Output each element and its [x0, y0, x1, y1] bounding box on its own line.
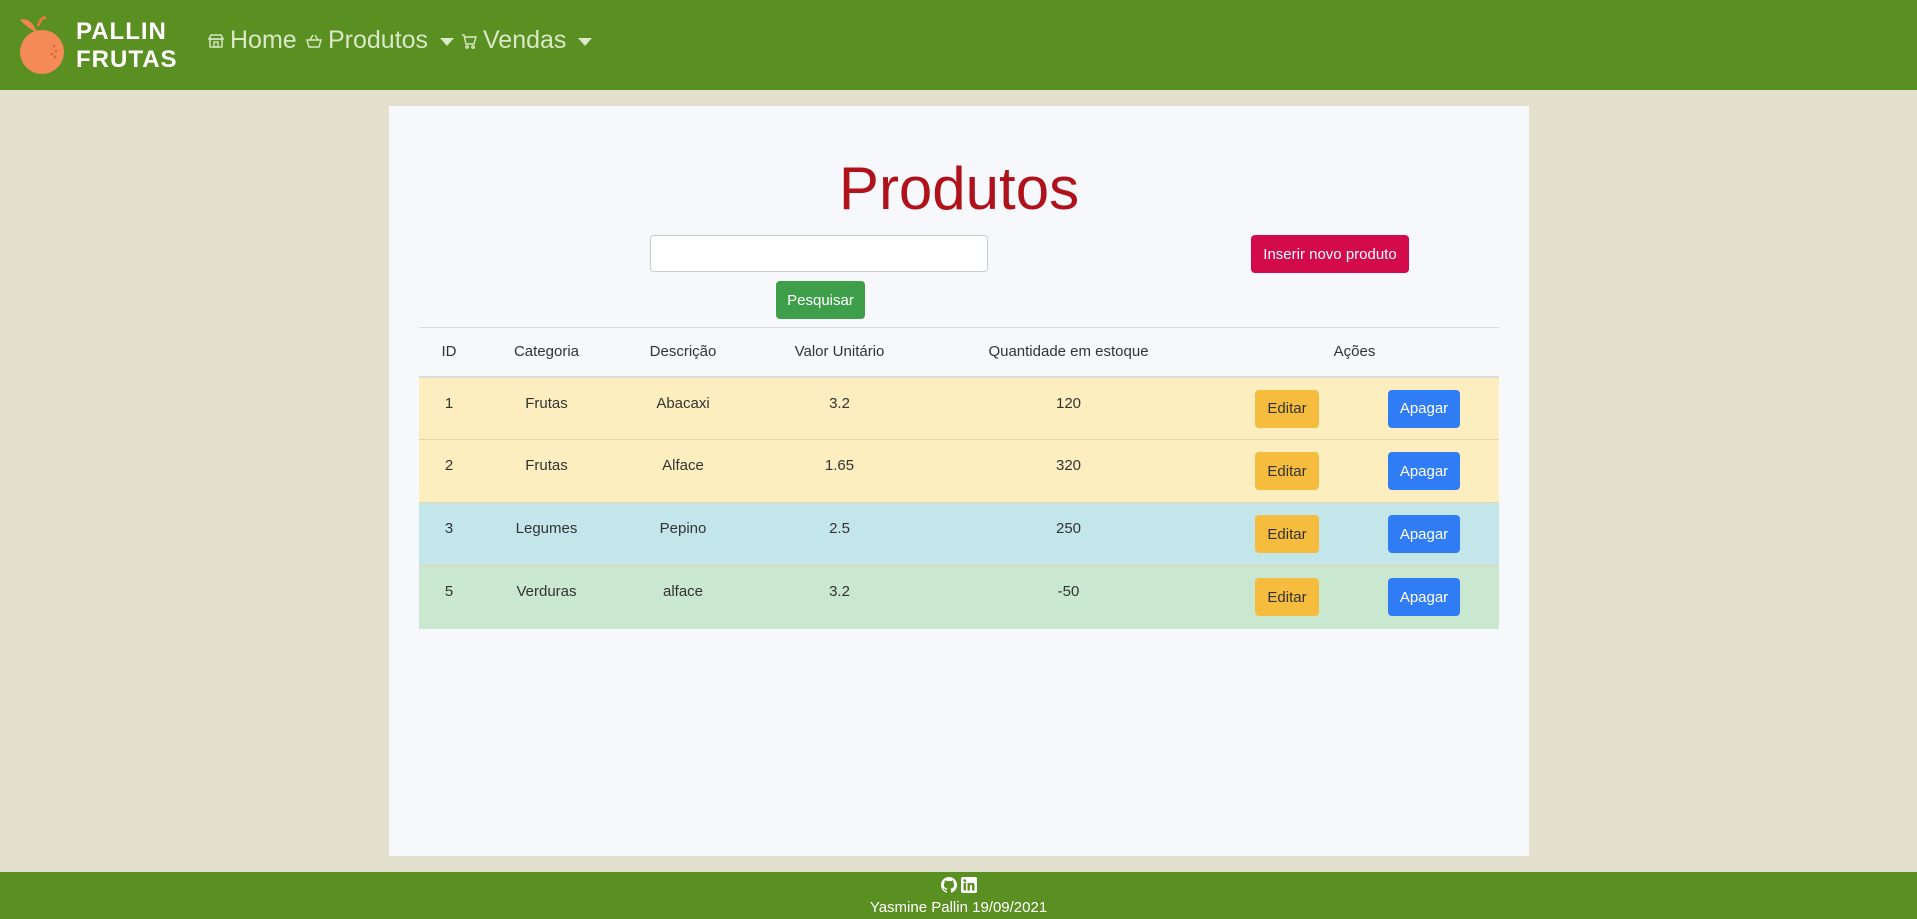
- cell-categoria: Frutas: [525, 394, 568, 412]
- cell-descricao: Abacaxi: [656, 394, 710, 412]
- footer: Yasmine Pallin 19/09/2021: [0, 872, 1917, 919]
- nav-produtos-label: Produtos: [328, 26, 429, 54]
- github-icon[interactable]: [940, 877, 957, 893]
- brand-name-line1: PALLIN: [76, 18, 167, 45]
- footer-credit: Yasmine Pallin 19/09/2021: [869, 899, 1048, 916]
- delete-button[interactable]: Apagar: [1388, 452, 1460, 490]
- header-descricao: Descrição: [649, 343, 717, 361]
- table-row: 2 Frutas Alface 1.65 320 Editar Apagar: [419, 439, 1499, 503]
- delete-button[interactable]: Apagar: [1388, 389, 1460, 428]
- chevron-down-icon: [440, 37, 455, 46]
- cell-id: 1: [444, 394, 454, 412]
- cell-categoria: Frutas: [525, 457, 568, 474]
- header-quantidade: Quantidade em estoque: [988, 343, 1149, 361]
- insert-product-button[interactable]: Inserir novo produto: [1251, 235, 1409, 273]
- edit-button[interactable]: Editar: [1255, 389, 1319, 428]
- linkedin-icon[interactable]: [960, 877, 977, 893]
- table-header-row: ID Categoria Descrição Valor Unitário Qu…: [419, 327, 1499, 377]
- cell-valor: 3.2: [829, 583, 850, 600]
- products-table: ID Categoria Descrição Valor Unitário Qu…: [419, 327, 1499, 629]
- header-categoria: Categoria: [513, 343, 580, 361]
- cell-acoes: Editar Apagar: [1210, 440, 1499, 503]
- table-row: 1 Frutas Abacaxi 3.2 120 Editar Apagar: [419, 376, 1499, 440]
- delete-button[interactable]: Apagar: [1388, 578, 1460, 616]
- store-icon: [208, 33, 224, 48]
- nav-vendas-label: Vendas: [483, 26, 567, 54]
- edit-button[interactable]: Editar: [1255, 452, 1319, 490]
- cell-descricao: alface: [662, 583, 704, 600]
- cell-id: 3: [444, 520, 454, 537]
- header-id: ID: [441, 343, 457, 361]
- chevron-down-icon: [578, 37, 593, 46]
- delete-button[interactable]: Apagar: [1388, 515, 1460, 553]
- cell-acoes: Editar Apagar: [1210, 377, 1499, 440]
- cell-valor: 3.2: [829, 394, 850, 412]
- nav-home-label: Home: [230, 26, 297, 54]
- header-acoes: Ações: [1333, 343, 1376, 361]
- search-button[interactable]: Pesquisar: [776, 281, 865, 319]
- page-title: Produtos: [838, 155, 1080, 222]
- cell-descricao: Alface: [662, 457, 704, 474]
- cell-acoes: Editar Apagar: [1210, 566, 1499, 629]
- brand-name-line2: FRUTAS: [76, 46, 178, 73]
- cell-quantidade: -50: [1057, 583, 1080, 600]
- search-input[interactable]: [650, 235, 988, 272]
- cell-categoria: Legumes: [515, 520, 578, 537]
- cell-categoria: Verduras: [516, 583, 577, 600]
- cell-valor: 1.65: [824, 457, 855, 474]
- header-valor: Valor Unitário: [794, 343, 885, 361]
- table-row: 5 Verduras alface 3.2 -50 Editar Apagar: [419, 565, 1499, 629]
- cell-id: 5: [444, 583, 454, 600]
- cell-quantidade: 120: [1055, 394, 1082, 412]
- nav-produtos-dropdown[interactable]: Produtos: [306, 26, 455, 55]
- cell-descricao: Pepino: [659, 520, 707, 537]
- cart-icon: [462, 33, 477, 49]
- edit-button[interactable]: Editar: [1255, 515, 1319, 553]
- cell-quantidade: 250: [1055, 520, 1082, 537]
- cell-valor: 2.5: [829, 520, 850, 537]
- table-row: 3 Legumes Pepino 2.5 250 Editar Apagar: [419, 502, 1499, 566]
- brand-logo[interactable]: PALLIN FRUTAS: [18, 16, 178, 76]
- orange-fruit-icon: [20, 16, 64, 74]
- basket-icon: [306, 34, 322, 48]
- top-navbar: PALLIN FRUTAS Home Produtos Vendas: [0, 0, 1917, 90]
- main-panel: Produtos Pesquisar Inserir novo produto …: [389, 106, 1529, 856]
- cell-acoes: Editar Apagar: [1210, 503, 1499, 566]
- nav-vendas-dropdown[interactable]: Vendas: [461, 26, 593, 55]
- cell-quantidade: 320: [1055, 457, 1082, 474]
- nav-home[interactable]: Home: [208, 26, 297, 55]
- edit-button[interactable]: Editar: [1255, 578, 1319, 616]
- cell-id: 2: [444, 457, 454, 474]
